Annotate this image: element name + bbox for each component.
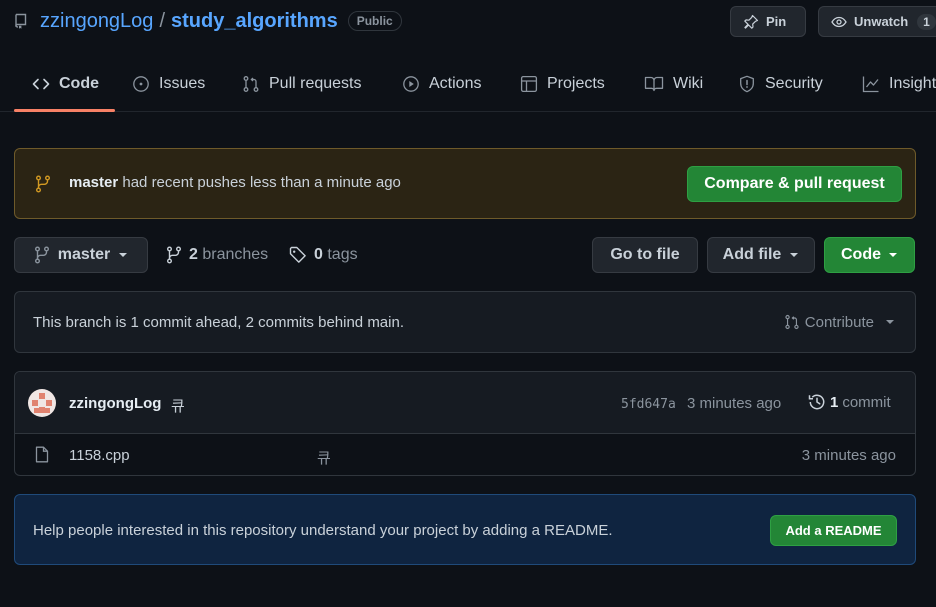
tab-issues-label: Issues: [159, 75, 206, 92]
pull-request-icon: [784, 313, 800, 331]
file-listing: zzingongLog 큐 5fd647a 3 minutes ago 1 co…: [14, 371, 916, 476]
pull-request-icon: [242, 75, 260, 93]
branch-icon: [35, 175, 51, 193]
tab-projects[interactable]: Projects: [520, 56, 605, 112]
latest-commit-header: zzingongLog 큐 5fd647a 3 minutes ago 1 co…: [15, 372, 915, 434]
branch-status-text: This branch is 1 commit ahead, 2 commits…: [33, 314, 404, 331]
go-to-file-button[interactable]: Go to file: [592, 237, 698, 273]
tab-wiki-label: Wiki: [673, 75, 704, 92]
tab-code[interactable]: Code: [32, 56, 99, 112]
tab-projects-label: Projects: [547, 75, 605, 92]
table-icon: [520, 75, 538, 93]
tab-code-label: Code: [59, 75, 99, 92]
tags-link[interactable]: 0 tags: [289, 237, 358, 273]
book-icon: [644, 75, 664, 93]
add-file-button[interactable]: Add file: [707, 237, 815, 273]
branches-label: branches: [202, 246, 269, 263]
repo-icon: [14, 13, 28, 29]
pin-button[interactable]: Pin: [730, 6, 806, 37]
tab-actions-label: Actions: [429, 75, 482, 92]
file-icon: [35, 446, 49, 463]
file-commit-message[interactable]: 큐: [317, 447, 331, 468]
code-icon: [32, 76, 50, 92]
code-button-label: Code: [841, 246, 881, 263]
commit-time: 3 minutes ago: [687, 395, 782, 412]
file-row[interactable]: 1158.cpp 큐 3 minutes ago: [15, 434, 915, 475]
readme-prompt: Help people interested in this repositor…: [14, 494, 916, 565]
tab-actions[interactable]: Actions: [402, 56, 481, 112]
play-icon: [402, 75, 420, 93]
commit-sha[interactable]: 5fd647a: [621, 397, 676, 412]
file-name[interactable]: 1158.cpp: [69, 447, 130, 464]
readme-prompt-text: Help people interested in this repositor…: [33, 522, 613, 539]
issue-icon: [132, 75, 150, 93]
repo-owner-link[interactable]: zzingongLog: [40, 10, 153, 33]
add-readme-button[interactable]: Add a README: [770, 515, 897, 546]
add-file-label: Add file: [722, 246, 782, 263]
tab-wiki[interactable]: Wiki: [644, 56, 703, 112]
code-dropdown-button[interactable]: Code: [824, 237, 915, 273]
tab-pull-requests[interactable]: Pull requests: [242, 56, 362, 112]
tab-security[interactable]: Security: [738, 56, 823, 112]
commit-message[interactable]: 큐: [171, 395, 185, 416]
repo-name-link[interactable]: study_algorithms: [171, 10, 338, 33]
branch-icon: [34, 246, 50, 264]
pin-label: Pin: [766, 14, 787, 29]
commit-count-label: commit: [842, 393, 891, 411]
commit-history-link[interactable]: 1 commit: [808, 393, 891, 411]
push-branch-name[interactable]: master: [69, 174, 118, 191]
history-icon: [808, 393, 826, 411]
caret-down-icon: [888, 252, 898, 258]
commit-count: 1: [830, 393, 839, 411]
tab-insights[interactable]: Insights: [862, 56, 936, 112]
watch-label: Unwatch: [854, 14, 909, 29]
push-message: master had recent pushes less than a min…: [69, 174, 401, 191]
branch-select-button[interactable]: master: [14, 237, 148, 273]
watch-button[interactable]: Unwatch 1: [818, 6, 936, 37]
caret-down-icon: [789, 252, 799, 258]
repo-tab-nav: Code Issues Pull requests Actions Projec…: [0, 56, 936, 112]
file-time: 3 minutes ago: [801, 447, 896, 464]
branches-count: 2: [189, 246, 198, 263]
caret-down-icon: [118, 252, 128, 258]
tag-icon: [289, 246, 307, 264]
tags-label: tags: [327, 246, 358, 263]
tags-count: 0: [314, 246, 323, 263]
caret-down-icon: [885, 319, 895, 325]
compare-pull-request-button[interactable]: Compare & pull request: [687, 166, 902, 202]
eye-icon: [831, 14, 847, 30]
tab-issues[interactable]: Issues: [132, 56, 205, 112]
visibility-badge: Public: [347, 11, 402, 31]
repo-title: zzingongLog / study_algorithms Public: [14, 6, 402, 36]
contribute-dropdown[interactable]: Contribute: [784, 313, 895, 331]
branch-icon: [166, 246, 182, 264]
tab-security-label: Security: [765, 75, 823, 92]
tab-insights-label: Insights: [889, 75, 936, 92]
watch-count: 1: [917, 13, 936, 30]
current-branch-label: master: [57, 246, 111, 263]
tab-pull-requests-label: Pull requests: [269, 75, 362, 92]
graph-icon: [862, 75, 880, 93]
branch-status-box: This branch is 1 commit ahead, 2 commits…: [14, 291, 916, 353]
repo-path-separator: /: [159, 9, 165, 32]
recent-push-banner: master had recent pushes less than a min…: [14, 148, 916, 219]
pin-icon: [743, 14, 759, 30]
avatar[interactable]: [28, 389, 56, 417]
commit-author[interactable]: zzingongLog: [69, 395, 161, 412]
push-message-text: had recent pushes less than a minute ago: [118, 174, 401, 191]
contribute-label: Contribute: [804, 313, 874, 331]
shield-icon: [738, 75, 756, 93]
branches-link[interactable]: 2 branches: [166, 237, 268, 273]
selected-tab-indicator: [14, 109, 115, 112]
